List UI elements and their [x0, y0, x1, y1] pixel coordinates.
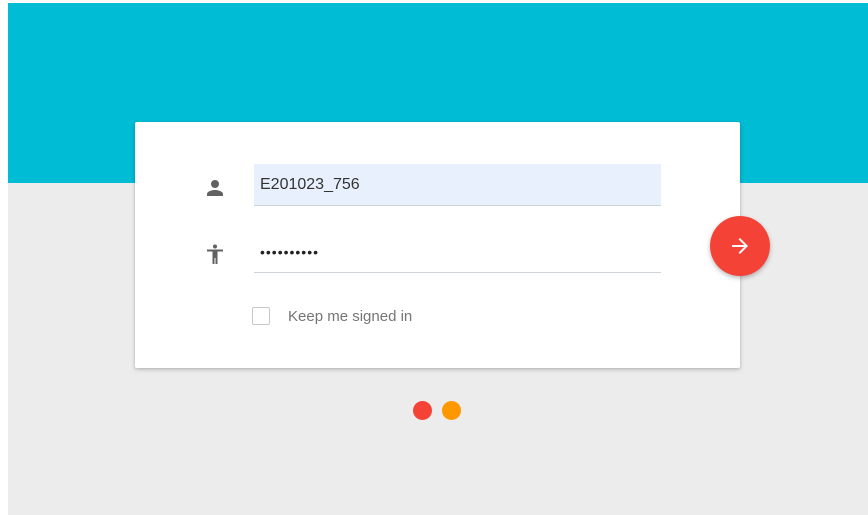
- loading-indicator: [413, 401, 463, 421]
- person-icon: [203, 176, 227, 200]
- username-input[interactable]: [254, 164, 661, 206]
- password-row: [135, 231, 740, 275]
- password-input[interactable]: [254, 231, 661, 273]
- username-row: [135, 164, 740, 208]
- loading-dot: [413, 401, 432, 420]
- page-viewport: Keep me signed in: [8, 3, 868, 515]
- arrow-right-icon: [728, 234, 752, 258]
- keep-signed-in-label: Keep me signed in: [288, 307, 413, 325]
- loading-dot: [442, 401, 461, 420]
- login-card: Keep me signed in: [135, 122, 740, 368]
- keep-signed-in[interactable]: Keep me signed in: [252, 304, 412, 328]
- accessibility-icon: [203, 243, 227, 267]
- keep-signed-in-checkbox[interactable]: [252, 307, 270, 325]
- sign-in-button[interactable]: [710, 216, 770, 276]
